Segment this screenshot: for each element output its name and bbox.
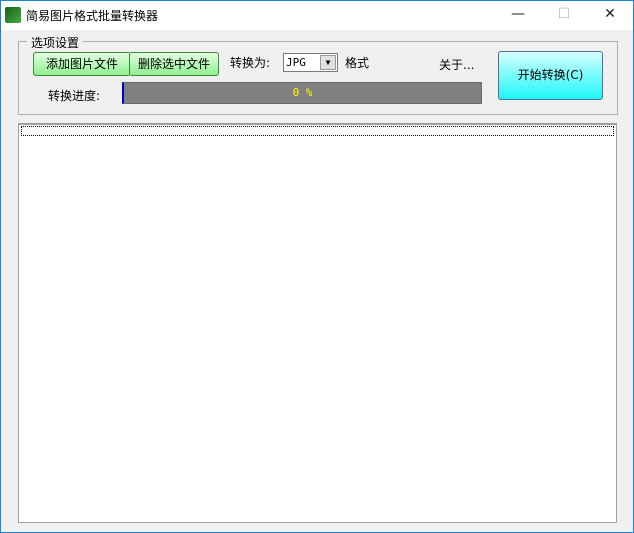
- format-select[interactable]: JPG ▼: [283, 53, 338, 72]
- progress-label: 转换进度:: [48, 89, 101, 103]
- progress-bar: 0 %: [122, 82, 482, 104]
- minimize-button[interactable]: —: [495, 1, 541, 30]
- options-group-label: 选项设置: [27, 34, 84, 51]
- window-title: 简易图片格式批量转换器: [26, 9, 159, 23]
- app-window: 简易图片格式批量转换器 — ☐ ✕ 选项设置 添加图片文件 删除选中文件 转换为…: [0, 0, 634, 533]
- focus-rectangle: [21, 126, 614, 136]
- title-bar: 简易图片格式批量转换器 — ☐ ✕: [1, 1, 633, 30]
- maximize-button[interactable]: ☐: [541, 1, 587, 30]
- convert-to-label: 转换为:: [230, 56, 271, 70]
- delete-selected-files-button[interactable]: 删除选中文件: [129, 52, 219, 76]
- format-select-value: JPG: [286, 56, 306, 69]
- about-link[interactable]: 关于...: [439, 56, 474, 73]
- app-icon: [5, 7, 21, 23]
- start-convert-button[interactable]: 开始转换(C): [498, 51, 603, 100]
- chevron-down-icon[interactable]: ▼: [320, 55, 336, 70]
- file-list[interactable]: [18, 123, 617, 523]
- close-button[interactable]: ✕: [587, 1, 633, 30]
- add-image-files-button[interactable]: 添加图片文件: [33, 52, 131, 76]
- format-suffix-label: 格式: [345, 56, 370, 70]
